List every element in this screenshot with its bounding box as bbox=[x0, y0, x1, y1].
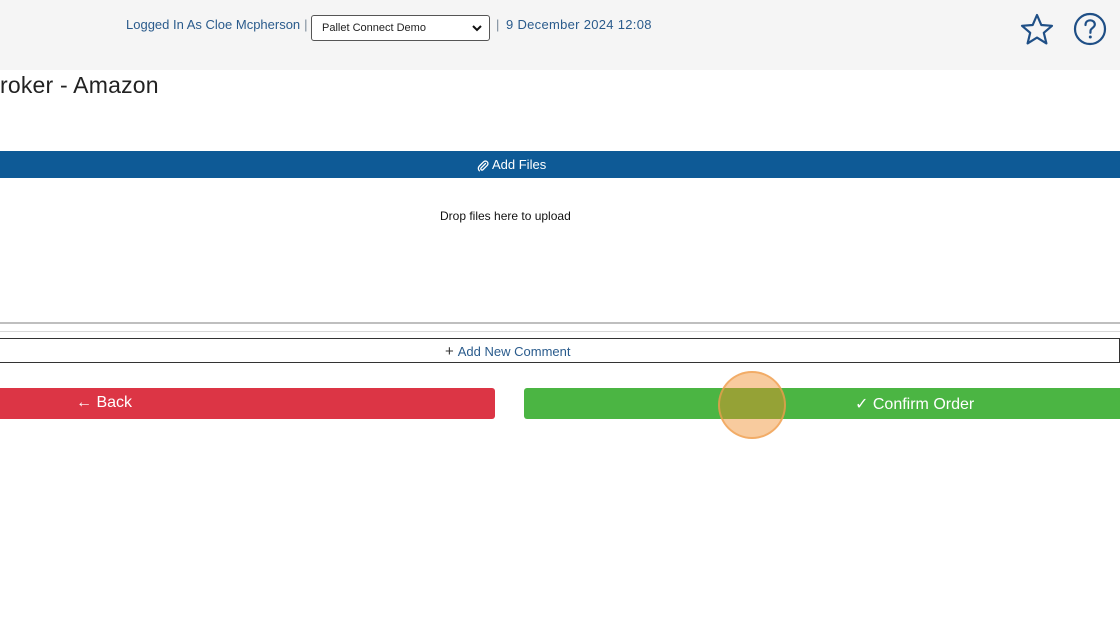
company-select[interactable]: Pallet Connect Demo bbox=[311, 15, 490, 41]
separator: | bbox=[496, 17, 500, 32]
confirm-label: Confirm Order bbox=[872, 396, 975, 413]
top-bar: Logged In As Cloe Mcpherson | Pallet Conn… bbox=[0, 0, 1120, 70]
add-files-label: Add Files bbox=[492, 157, 547, 172]
file-dropzone[interactable]: Drop files here to upload bbox=[0, 178, 1120, 322]
page-title: roker - Amazon bbox=[0, 72, 159, 98]
dropzone-text: Drop files here to upload bbox=[440, 209, 571, 223]
add-files-button[interactable]: Add Files bbox=[0, 151, 1120, 178]
confirm-order-button[interactable]: ✓ Confirm Order bbox=[524, 388, 1120, 419]
help-icon[interactable] bbox=[1073, 12, 1107, 46]
check-icon: ✓ bbox=[855, 396, 869, 413]
chevron-down-icon bbox=[472, 25, 482, 32]
separator: | bbox=[304, 17, 308, 32]
paperclip-icon bbox=[477, 159, 489, 172]
divider bbox=[0, 322, 1120, 324]
back-button[interactable]: ← Back bbox=[0, 388, 495, 419]
logged-in-label: Logged In As Cloe Mcpherson bbox=[126, 17, 301, 32]
current-datetime: 9 December 2024 12:08 bbox=[506, 17, 652, 32]
arrow-left-icon: ← bbox=[76, 394, 92, 411]
star-icon[interactable] bbox=[1019, 12, 1055, 48]
company-select-value: Pallet Connect Demo bbox=[322, 22, 426, 34]
add-comment-button[interactable]: + Add New Comment bbox=[0, 338, 1120, 363]
back-label: Back bbox=[96, 394, 133, 411]
plus-icon: + bbox=[445, 343, 454, 360]
divider bbox=[0, 331, 1120, 332]
logged-in-info: Logged In As Cloe Mcpherson | bbox=[126, 17, 312, 32]
add-comment-label: Add New Comment bbox=[457, 344, 571, 359]
